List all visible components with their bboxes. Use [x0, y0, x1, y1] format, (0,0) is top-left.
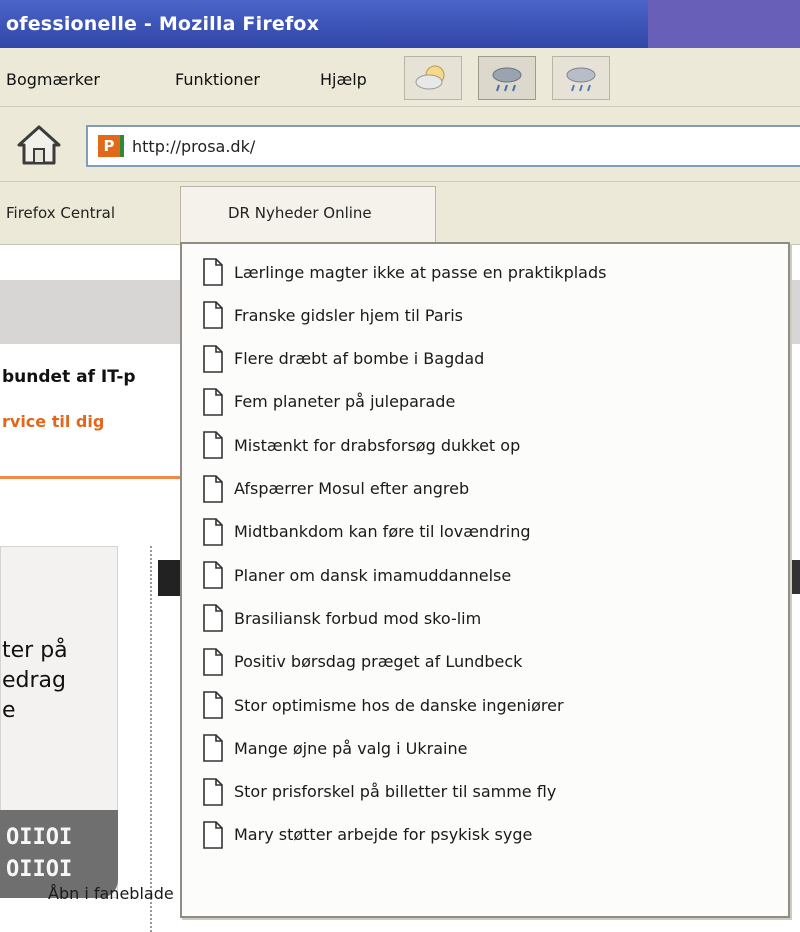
url-bar[interactable]: P http://prosa.dk/	[86, 125, 800, 167]
page-divider	[0, 476, 180, 479]
menu-bookmarks[interactable]: Bogmærker	[6, 70, 100, 89]
document-icon	[203, 561, 223, 589]
weather-button-1[interactable]	[404, 56, 462, 100]
dropdown-news-item[interactable]: Planer om dansk imamuddannelse	[202, 555, 782, 595]
news-item-label: Mange øjne på valg i Ukraine	[234, 738, 468, 758]
dropdown-news-item[interactable]: Mistænkt for drabsforsøg dukket op	[202, 425, 782, 465]
news-item-label: Mary støtter arbejde for psykisk syge	[234, 825, 533, 845]
news-item-label: Stor optimisme hos de danske ingeniører	[234, 695, 564, 715]
titlebar-decoration	[648, 0, 800, 48]
document-icon	[203, 344, 223, 373]
news-item-label: Lærlinge magter ikke at passe en praktik…	[234, 262, 607, 282]
news-item-label: Mistænkt for drabsforsøg dukket op	[234, 435, 521, 455]
rain-weather-icon	[492, 67, 522, 92]
site-favicon-icon: P	[98, 135, 124, 157]
dropdown-news-item[interactable]: Positiv børsdag præget af Lundbeck	[202, 642, 782, 682]
page-header-band-right	[790, 280, 800, 344]
document-icon	[203, 258, 223, 286]
news-item-label: Positiv børsdag præget af Lundbeck	[234, 652, 523, 672]
dropdown-news-item[interactable]: Mary støtter arbejde for psykisk syge	[202, 815, 782, 855]
news-item-label: Afspærrer Mosul efter angreb	[234, 479, 470, 498]
page-card-text: ter på edrag e	[2, 636, 68, 726]
document-icon	[203, 647, 223, 676]
cloud-weather-icon	[415, 65, 445, 90]
page-dark-marker	[158, 560, 182, 596]
url-text[interactable]: http://prosa.dk/	[132, 137, 255, 156]
document-icon	[203, 691, 223, 719]
page-header-band	[0, 280, 180, 344]
dropdown-news-item[interactable]: Stor optimisme hos de danske ingeniører	[202, 685, 782, 725]
navigation-bar: P http://prosa.dk/	[0, 107, 800, 182]
news-item-label: Brasiliansk forbud mod sko-lim	[234, 608, 482, 628]
rain-weather-icon	[566, 67, 596, 92]
document-icon	[203, 821, 223, 849]
card-line: edrag	[2, 668, 66, 693]
menu-help[interactable]: Hjælp	[320, 70, 367, 89]
bookmark-dr-nyheder-online[interactable]: DR Nyheder Online	[228, 204, 372, 222]
document-icon	[203, 777, 223, 806]
column-separator	[150, 546, 152, 932]
bookmark-firefox-central[interactable]: Firefox Central	[6, 204, 115, 222]
document-icon	[203, 604, 223, 633]
weather-button-2[interactable]	[478, 56, 536, 100]
news-item-label: Franske gidsler hjem til Paris	[234, 305, 464, 325]
news-item-label: Planer om dansk imamuddannelse	[234, 565, 512, 585]
logo-line: OIIOI	[6, 825, 73, 850]
dropdown-news-item[interactable]: Stor prisforskel på billetter til samme …	[202, 772, 782, 812]
weather-button-3[interactable]	[552, 56, 610, 100]
dropdown-news-item[interactable]: Lærlinge magter ikke at passe en praktik…	[202, 252, 782, 292]
document-icon	[203, 517, 223, 546]
document-icon	[203, 431, 223, 459]
page-subheading-text[interactable]: rvice til dig	[2, 412, 104, 431]
document-icon	[203, 301, 223, 330]
page-heading-text: bundet af IT-p	[2, 367, 136, 387]
news-item-label: Fem planeter på juleparade	[234, 392, 456, 412]
page-dark-marker-right	[790, 560, 800, 594]
home-button[interactable]	[6, 119, 72, 171]
home-icon	[17, 125, 61, 165]
news-item-label: Midtbankdom kan føre til lovændring	[234, 522, 531, 542]
dropdown-news-item[interactable]: Afspærrer Mosul efter angreb	[202, 469, 782, 509]
document-icon	[203, 474, 223, 503]
document-icon	[203, 388, 223, 416]
dropdown-news-item[interactable]: Flere dræbt af bombe i Bagdad	[202, 339, 782, 379]
logo-line: OIIOI	[6, 857, 73, 882]
open-in-tabs-item[interactable]: Åbn i faneblade	[48, 884, 174, 903]
card-line: ter på	[2, 638, 68, 663]
document-icon	[203, 734, 223, 763]
dropdown-news-item[interactable]: Midtbankdom kan føre til lovændring	[202, 512, 782, 552]
window-title: ofessionelle - Mozilla Firefox	[6, 13, 320, 35]
dropdown-news-item[interactable]: Franske gidsler hjem til Paris	[202, 295, 782, 335]
dropdown-news-item[interactable]: Fem planeter på juleparade	[202, 382, 782, 422]
dropdown-news-item[interactable]: Mange øjne på valg i Ukraine	[202, 728, 782, 768]
bookmark-folder-dropdown: Lærlinge magter ikke at passe en praktik…	[180, 242, 790, 918]
menu-tools[interactable]: Funktioner	[175, 70, 260, 89]
window-titlebar: ofessionelle - Mozilla Firefox	[0, 0, 800, 48]
card-line: e	[2, 698, 16, 723]
news-item-label: Stor prisforskel på billetter til samme …	[234, 782, 557, 802]
dropdown-news-item[interactable]: Brasiliansk forbud mod sko-lim	[202, 598, 782, 638]
news-item-label: Flere dræbt af bombe i Bagdad	[234, 349, 485, 369]
menu-bar: Bogmærker Funktioner Hjælp	[0, 48, 800, 107]
